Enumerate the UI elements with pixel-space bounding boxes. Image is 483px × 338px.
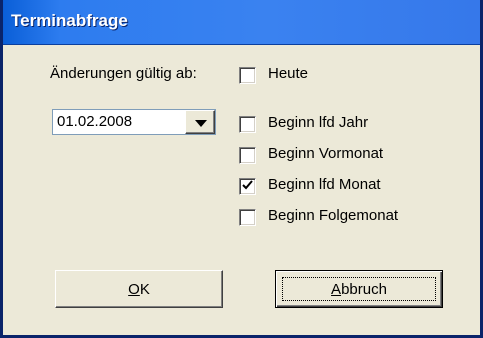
title-bar[interactable]: Terminabfrage	[3, 0, 480, 45]
ok-button[interactable]: OK	[55, 270, 223, 308]
checkbox-beginn-vormonat[interactable]	[239, 147, 256, 164]
date-value[interactable]: 01.02.2008	[57, 113, 132, 130]
checkbox-beginn-lfd-monat[interactable]	[239, 178, 256, 195]
chevron-down-icon	[195, 120, 207, 127]
checkbox-label-beginn-folgemonat[interactable]: Beginn Folgemonat	[268, 207, 398, 224]
check-icon	[242, 180, 253, 190]
date-label: Änderungen gültig ab:	[50, 65, 197, 82]
checkbox-label-heute[interactable]: Heute	[268, 65, 308, 82]
dropdown-button[interactable]	[185, 110, 215, 134]
date-combobox[interactable]: 01.02.2008	[52, 109, 216, 135]
checkbox-heute[interactable]	[239, 67, 256, 84]
window-title: Terminabfrage	[11, 11, 128, 30]
checkbox-label-beginn-lfd-monat[interactable]: Beginn lfd Monat	[268, 176, 381, 193]
checkbox-beginn-folgemonat[interactable]	[239, 209, 256, 226]
checkbox-label-beginn-vormonat[interactable]: Beginn Vormonat	[268, 145, 383, 162]
checkbox-beginn-lfd-jahr[interactable]	[239, 116, 256, 133]
dialog-window: Terminabfrage Änderungen gültig ab: 01.0…	[0, 0, 483, 338]
checkbox-label-beginn-lfd-jahr[interactable]: Beginn lfd Jahr	[268, 114, 368, 131]
cancel-button-label: Abbruch	[331, 281, 387, 298]
ok-button-label: OK	[128, 281, 150, 298]
cancel-button[interactable]: Abbruch	[275, 270, 443, 308]
